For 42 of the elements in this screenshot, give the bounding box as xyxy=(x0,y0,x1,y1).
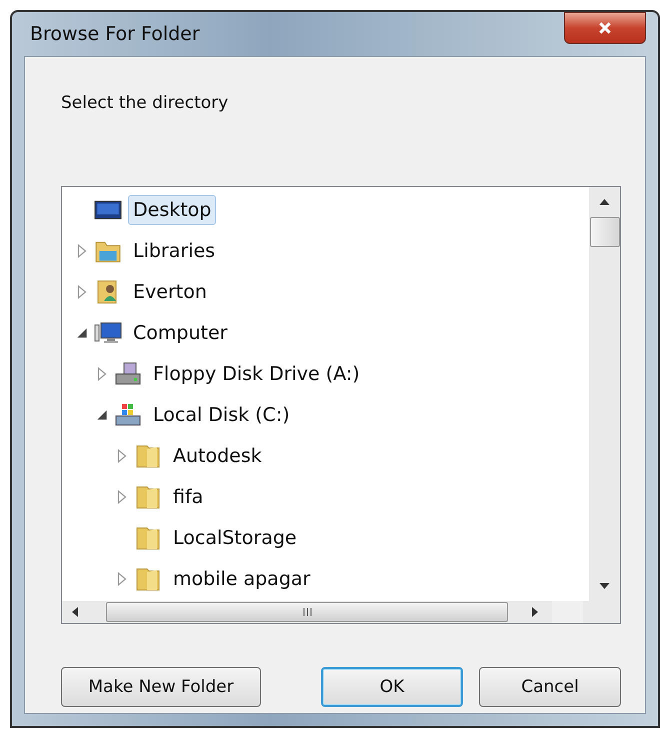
tree-item[interactable]: Libraries xyxy=(128,236,220,266)
expand-arrow-icon[interactable] xyxy=(116,490,128,504)
scroll-thumb[interactable] xyxy=(590,217,620,247)
hard-disk-icon xyxy=(114,402,142,428)
expand-arrow-icon[interactable] xyxy=(76,244,88,258)
window-title: Browse For Folder xyxy=(29,23,200,45)
scrollbar-corner xyxy=(552,601,583,623)
expand-arrow-icon[interactable] xyxy=(96,366,108,380)
scroll-down-icon[interactable] xyxy=(599,583,610,589)
expand-arrow-icon[interactable] xyxy=(116,572,128,586)
close-button[interactable] xyxy=(564,12,646,44)
tree-item[interactable]: mobile apagar xyxy=(168,564,316,594)
tree-item[interactable]: Desktop xyxy=(128,194,216,224)
scroll-thumb[interactable] xyxy=(106,602,508,622)
folder-icon xyxy=(134,524,162,550)
dialog-button[interactable]: OK xyxy=(321,667,463,707)
vertical-scrollbar[interactable] xyxy=(589,187,620,601)
horizontal-scrollbar[interactable] xyxy=(62,601,620,623)
tree-item[interactable]: Local Disk (C:) xyxy=(148,400,295,430)
scroll-right-icon[interactable] xyxy=(532,607,538,617)
folder-icon xyxy=(134,566,162,592)
folder-icon xyxy=(134,484,162,510)
expand-arrow-icon[interactable] xyxy=(116,448,128,462)
floppy-drive-icon xyxy=(114,360,142,386)
dialog-button[interactable]: Cancel xyxy=(479,667,621,707)
scroll-up-icon[interactable] xyxy=(599,199,610,205)
prompt-text: Select the directory xyxy=(61,93,230,115)
tree-item[interactable]: LocalStorage xyxy=(168,522,302,552)
dialog-button[interactable]: Make New Folder xyxy=(61,667,261,707)
scroll-left-icon[interactable] xyxy=(72,607,78,617)
tree-item[interactable]: Computer xyxy=(128,318,232,348)
close-icon xyxy=(598,21,612,35)
collapse-arrow-icon[interactable] xyxy=(96,408,108,422)
folder-icon xyxy=(134,442,162,468)
tree-item[interactable]: fifa xyxy=(168,482,208,512)
expand-arrow-icon[interactable] xyxy=(76,284,88,298)
grip-icon xyxy=(302,608,312,616)
tree-item[interactable]: Everton xyxy=(128,276,212,306)
computer-icon xyxy=(94,320,122,346)
tree-item[interactable]: Floppy Disk Drive (A:) xyxy=(148,358,365,388)
tree-item[interactable]: Autodesk xyxy=(168,440,267,470)
collapse-arrow-icon[interactable] xyxy=(76,326,88,340)
